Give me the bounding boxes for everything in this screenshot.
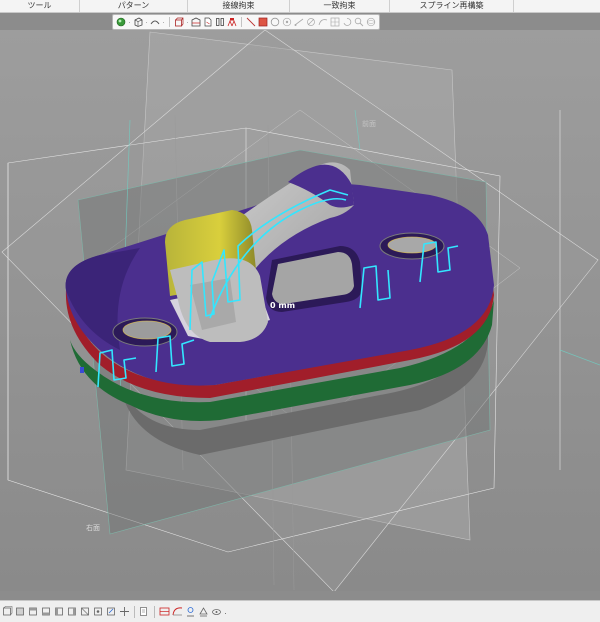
view-toolbar: . . . .	[112, 14, 380, 30]
rectangle-select-icon[interactable]	[258, 17, 268, 27]
curvature-icon[interactable]	[185, 606, 196, 617]
dropdown-dot[interactable]: .	[186, 17, 189, 27]
view-pan-icon[interactable]	[119, 606, 130, 617]
edge-icon[interactable]	[172, 606, 183, 617]
sketch-icon[interactable]	[139, 606, 150, 617]
separator	[134, 605, 135, 618]
separator	[169, 17, 170, 27]
box-view-icon[interactable]	[133, 17, 143, 27]
dropdown-dot[interactable]: .	[145, 17, 148, 27]
tab-tangent-constraint[interactable]: 接線拘束	[188, 0, 290, 12]
view-normal-icon[interactable]	[93, 606, 104, 617]
drawing-icon[interactable]	[203, 17, 213, 27]
view-iso-icon[interactable]	[80, 606, 91, 617]
arc-icon[interactable]	[150, 17, 160, 27]
origin-marker	[80, 367, 84, 373]
display-mode-icon[interactable]	[159, 606, 170, 617]
dimension-label[interactable]: 0 mm	[270, 301, 295, 310]
separator	[154, 605, 155, 618]
view-front-icon[interactable]	[2, 606, 13, 617]
view-back-icon[interactable]	[15, 606, 26, 617]
dropdown-dot[interactable]: .	[128, 17, 131, 27]
view-left-icon[interactable]	[54, 606, 65, 617]
tab-pattern[interactable]: パターン	[80, 0, 188, 12]
target-icon[interactable]	[282, 17, 292, 27]
view-bottom-icon[interactable]	[41, 606, 52, 617]
line-icon[interactable]	[246, 17, 256, 27]
tab-tools[interactable]: ツール	[0, 0, 80, 12]
camera-icon[interactable]	[211, 606, 222, 617]
view-right-icon[interactable]	[67, 606, 78, 617]
tab-spline-rebuild[interactable]: スプライン再構築	[390, 0, 514, 12]
right-mount-hole[interactable]	[379, 232, 445, 260]
sphere-icon[interactable]	[116, 17, 126, 27]
rotate-icon[interactable]	[342, 17, 352, 27]
cube-icon[interactable]	[174, 17, 184, 27]
dropdown-dot[interactable]: .	[162, 17, 165, 27]
curve-icon[interactable]	[318, 17, 328, 27]
separator	[241, 17, 242, 27]
wrap-icon[interactable]	[198, 606, 209, 617]
view-top-icon[interactable]	[28, 606, 39, 617]
3d-viewport[interactable]: 前面 右面 0 mm	[0, 30, 600, 591]
sphere-snap-icon[interactable]	[366, 17, 376, 27]
measure-icon[interactable]	[294, 17, 304, 27]
right-plane-label: 右面	[86, 523, 100, 532]
bottom-view-toolbar: .	[0, 600, 600, 622]
ribbon-tab-bar: ツール パターン 接線拘束 一致拘束 スプライン再構築	[0, 0, 600, 13]
grid-icon[interactable]	[330, 17, 340, 27]
pause-icon[interactable]	[215, 17, 225, 27]
section-icon[interactable]	[191, 17, 201, 27]
assembly-icon[interactable]	[227, 17, 237, 27]
tab-coincident-constraint[interactable]: 一致拘束	[290, 0, 390, 12]
view-fit-icon[interactable]	[106, 606, 117, 617]
dropdown-dot[interactable]: .	[224, 607, 227, 617]
snap-icon[interactable]	[306, 17, 316, 27]
zoom-icon[interactable]	[354, 17, 364, 27]
circle-icon[interactable]	[270, 17, 280, 27]
left-mount-hole[interactable]	[112, 317, 178, 347]
tab-spacer	[514, 0, 600, 12]
